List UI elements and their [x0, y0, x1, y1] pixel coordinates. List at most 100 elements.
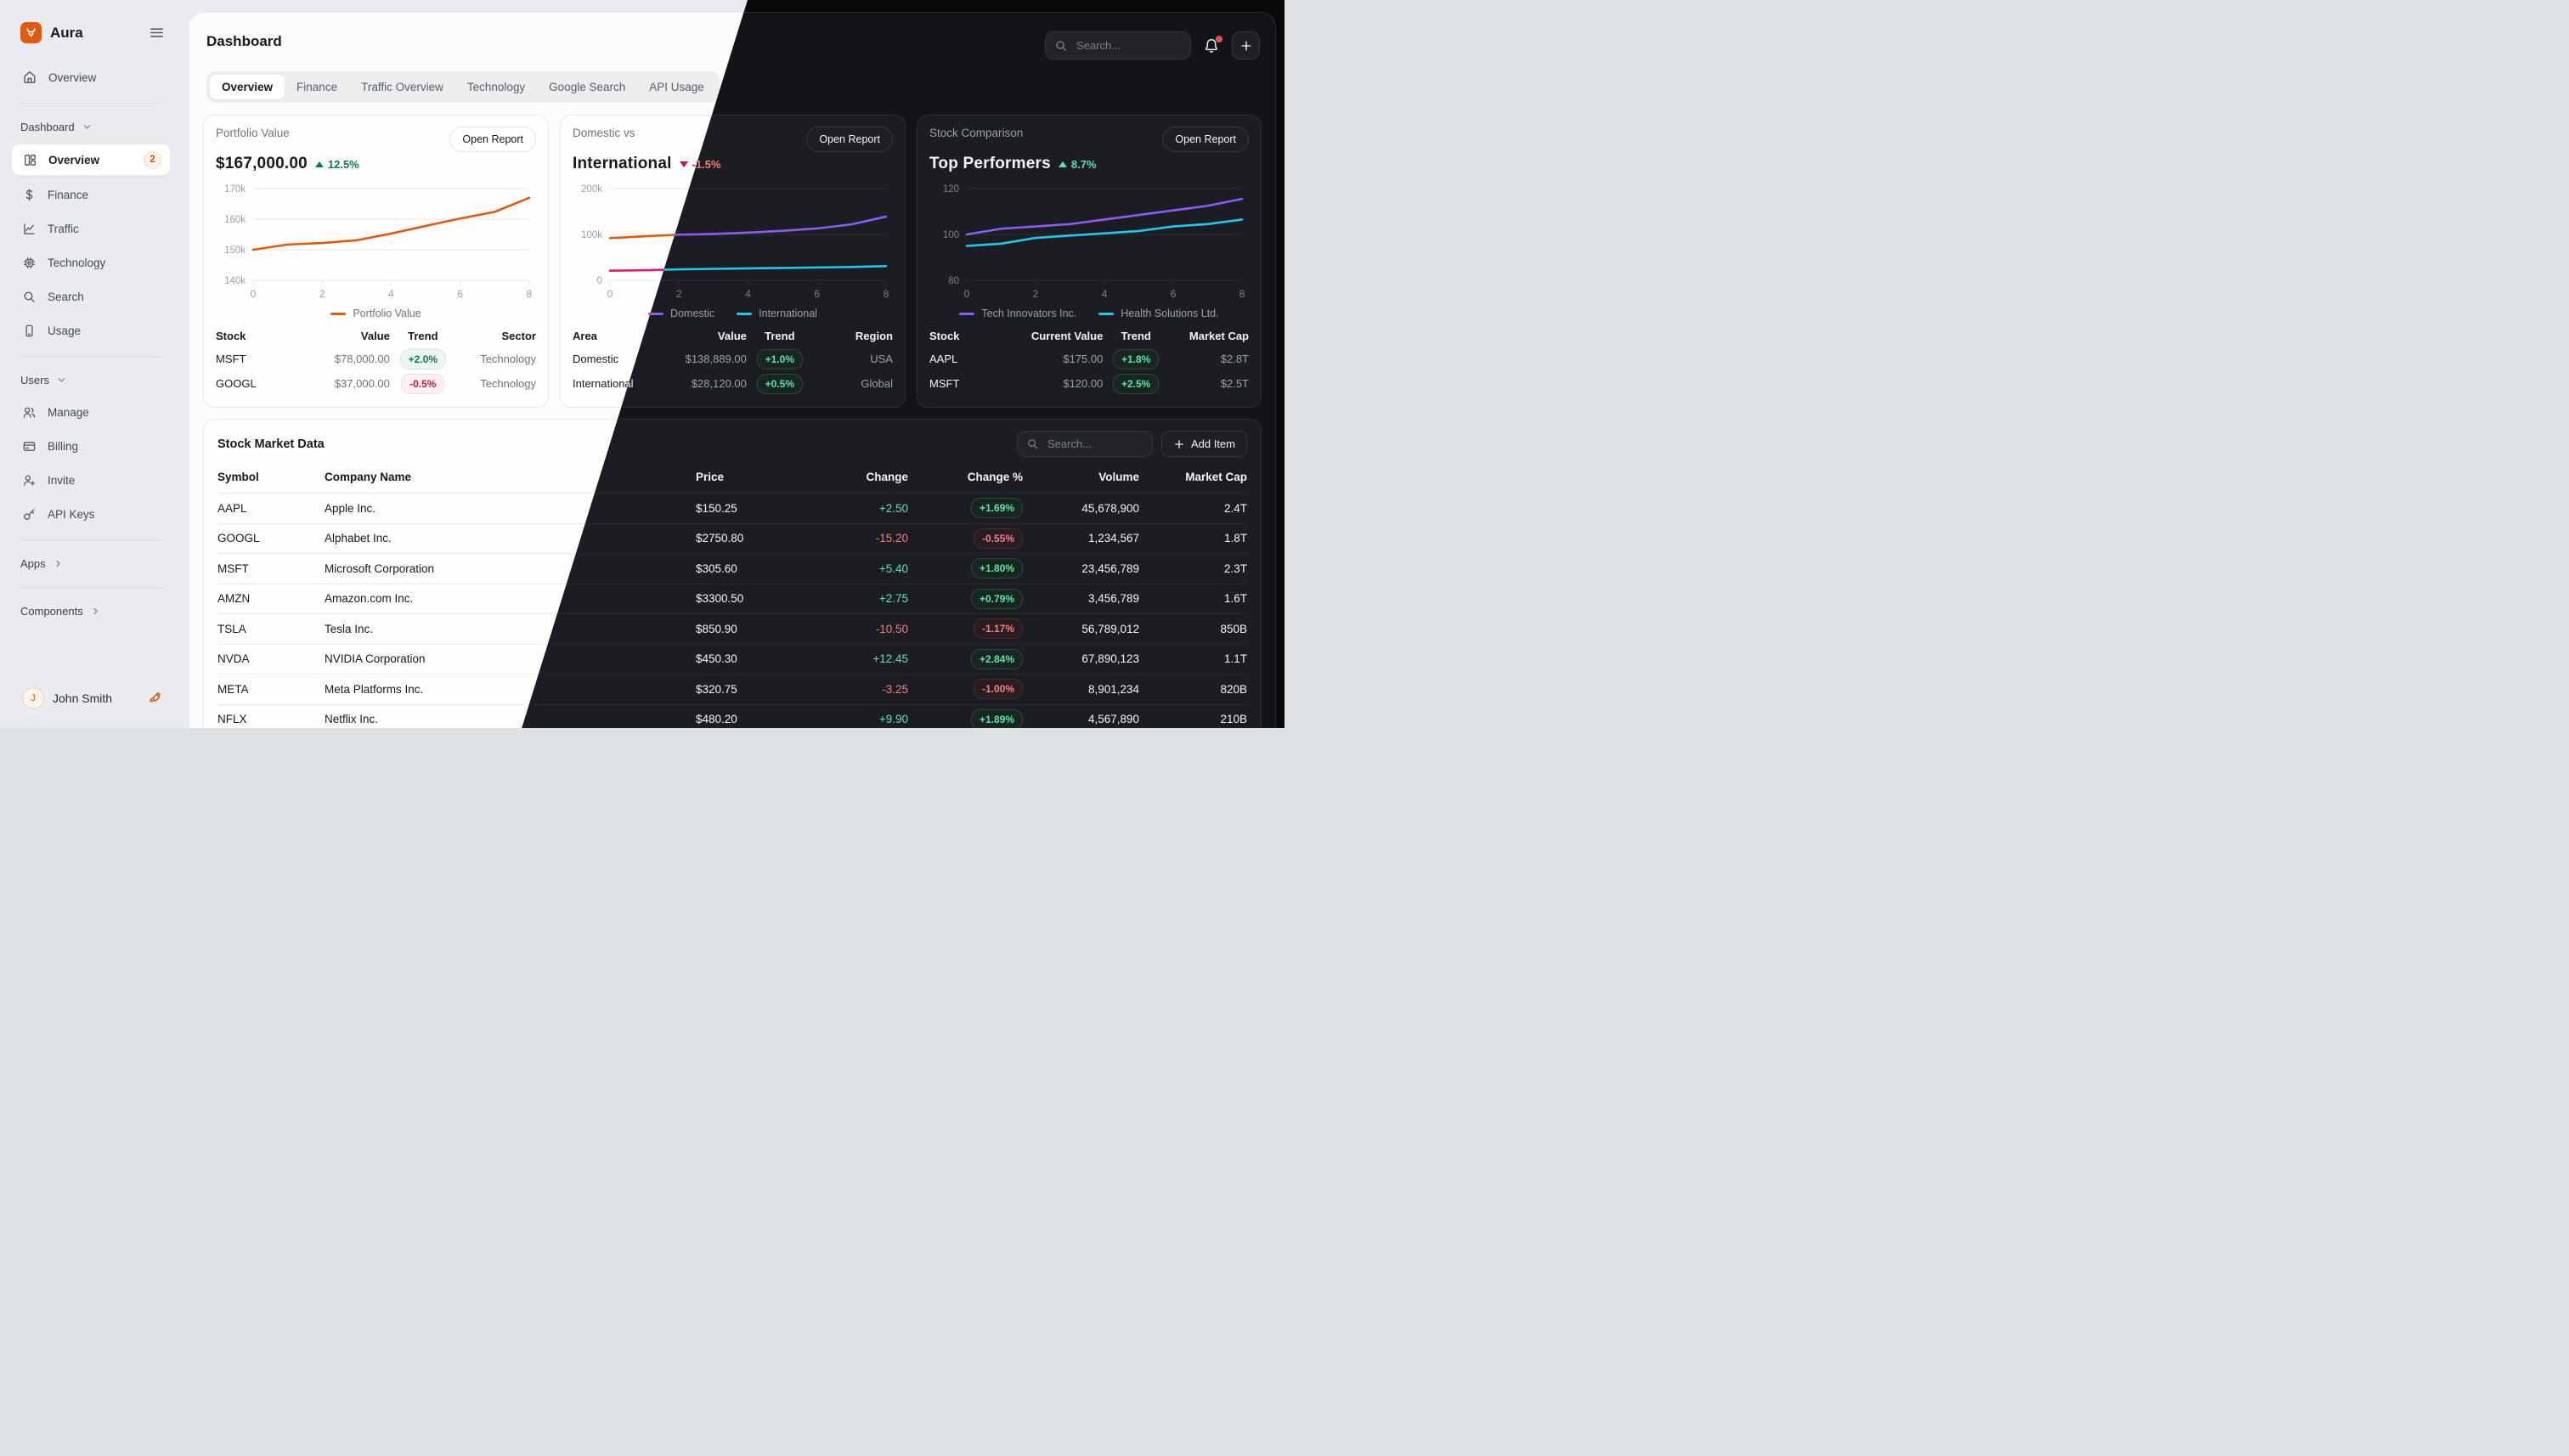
sidebar-item-label: Overview [48, 154, 99, 166]
cell-symbol: NVDA [217, 652, 325, 665]
tab-finance[interactable]: Finance [285, 75, 349, 99]
svg-text:4: 4 [745, 288, 751, 300]
card-portfolio-value: Portfolio Value Open Report $167,000.00 … [203, 115, 549, 408]
svg-text:150k: 150k [224, 245, 246, 256]
chart-legend: Portfolio Value [216, 308, 536, 319]
sidebar-item-api-keys[interactable]: API Keys [0, 497, 182, 531]
cell-change-pct: +0.79% [908, 589, 1023, 609]
sidebar-item-search[interactable]: Search [0, 279, 182, 313]
trend-badge: +2.0% [400, 349, 446, 370]
global-search[interactable] [1045, 31, 1191, 59]
svg-text:2: 2 [1033, 288, 1039, 300]
tab-traffic-overview[interactable]: Traffic Overview [349, 75, 455, 99]
cell-change-pct: +1.69% [908, 498, 1023, 518]
svg-text:100k: 100k [581, 230, 602, 240]
tab-technology[interactable]: Technology [455, 75, 537, 99]
column-header: Stock [929, 330, 1009, 342]
sidebar-section-users[interactable]: Users [0, 365, 182, 395]
column-header: Change [832, 471, 908, 483]
card-value: Top Performers [929, 155, 1051, 173]
sidebar-item-technology[interactable]: Technology [0, 245, 182, 279]
user-name: John Smith [53, 691, 139, 705]
legend-item: International [737, 308, 817, 319]
legend-item: Tech Innovators Inc. [959, 308, 1076, 319]
sidebar-section-components[interactable]: Components [0, 596, 182, 626]
card-title: Portfolio Value [216, 127, 290, 139]
user-profile[interactable]: J John Smith [0, 675, 182, 728]
menu-icon[interactable] [149, 25, 165, 41]
column-header: Value [652, 330, 747, 342]
cell-extra: Technology [456, 377, 536, 390]
section-label: Dashboard [20, 121, 75, 133]
cell-price: $2750.80 [696, 532, 832, 545]
sidebar-item-invite[interactable]: Invite [0, 463, 182, 497]
market-search-input[interactable] [1046, 437, 1143, 451]
chevron-right-icon [52, 557, 65, 570]
cell-price: $480.20 [696, 713, 832, 725]
cell-extra: USA [813, 353, 893, 365]
divider [20, 103, 161, 104]
cell-symbol: AAPL [217, 502, 325, 515]
trend-badge: +1.8% [1113, 349, 1159, 370]
chevron-down-icon [81, 121, 93, 133]
cell-value: $28,120.00 [652, 377, 747, 390]
legend-swatch [330, 313, 346, 315]
open-report-button[interactable]: Open Report [1162, 127, 1249, 152]
theme-brush-icon[interactable] [148, 691, 163, 706]
notifications-button[interactable] [1203, 37, 1220, 54]
sidebar-item-billing[interactable]: Billing [0, 429, 182, 463]
sidebar-item-label: Invite [48, 474, 75, 487]
cell-symbol: AMZN [217, 592, 325, 605]
cell-change: +2.75 [832, 592, 908, 605]
svg-text:200k: 200k [581, 184, 602, 195]
cell-volume: 8,901,234 [1023, 683, 1139, 696]
cell-change: +9.90 [832, 713, 908, 725]
tab-google-search[interactable]: Google Search [537, 75, 637, 99]
sidebar-item-overview[interactable]: Overview 2 [11, 144, 171, 176]
comparison-line-chart: 8010012002468 [929, 178, 1249, 306]
svg-text:4: 4 [388, 288, 394, 300]
open-report-button[interactable]: Open Report [449, 127, 536, 152]
sidebar-section-apps[interactable]: Apps [0, 549, 182, 578]
search-input[interactable] [1075, 38, 1182, 53]
sidebar-item-overview-home[interactable]: Overview [0, 60, 182, 94]
sidebar-section-dashboard[interactable]: Dashboard [0, 112, 182, 142]
portfolio-line-chart: 140k150k160k170k02468 [216, 178, 536, 306]
cell-volume: 23,456,789 [1023, 562, 1139, 575]
tab-api-usage[interactable]: API Usage [637, 75, 716, 99]
market-search[interactable] [1017, 431, 1153, 457]
search-icon [22, 290, 37, 304]
sidebar: Aura Overview Dashboard Overview 2 [0, 0, 182, 728]
sidebar-item-traffic[interactable]: Traffic [0, 212, 182, 245]
cell-price: $850.90 [696, 623, 832, 635]
open-report-button[interactable]: Open Report [806, 127, 893, 152]
cell-market-cap: 1.6T [1139, 592, 1247, 605]
cell-market-cap: 820B [1139, 683, 1247, 696]
cell-value: $78,000.00 [296, 353, 390, 365]
section-label: Components [20, 605, 83, 618]
cell-value: $175.00 [1009, 353, 1103, 365]
cell-volume: 67,890,123 [1023, 652, 1139, 665]
dashboard-tabs: Overview Finance Traffic Overview Techno… [206, 71, 720, 103]
add-item-button[interactable]: Add Item [1161, 431, 1247, 457]
svg-text:100: 100 [943, 230, 959, 240]
tab-overview[interactable]: Overview [210, 75, 285, 99]
sidebar-item-label: Billing [48, 440, 78, 453]
add-button[interactable] [1232, 31, 1260, 59]
cell-name: MSFT [929, 377, 1009, 390]
sidebar-item-usage[interactable]: Usage [0, 313, 182, 347]
change-pct-badge: -0.55% [974, 528, 1023, 549]
mini-table-header: StockCurrent ValueTrendMarket Cap [929, 324, 1249, 347]
card-value: International [573, 155, 672, 173]
sidebar-item-finance[interactable]: Finance [0, 178, 182, 212]
legend-swatch [959, 313, 974, 315]
cell-symbol: GOOGL [217, 532, 325, 545]
line-chart-icon [22, 222, 37, 236]
cell-market-cap: 1.1T [1139, 652, 1247, 665]
search-icon [1026, 437, 1039, 450]
divider [20, 539, 161, 540]
brand-name: Aura [50, 25, 140, 42]
cell-value: $37,000.00 [296, 377, 390, 390]
cell-change-pct: -1.00% [908, 679, 1023, 699]
sidebar-item-manage[interactable]: Manage [0, 395, 182, 429]
